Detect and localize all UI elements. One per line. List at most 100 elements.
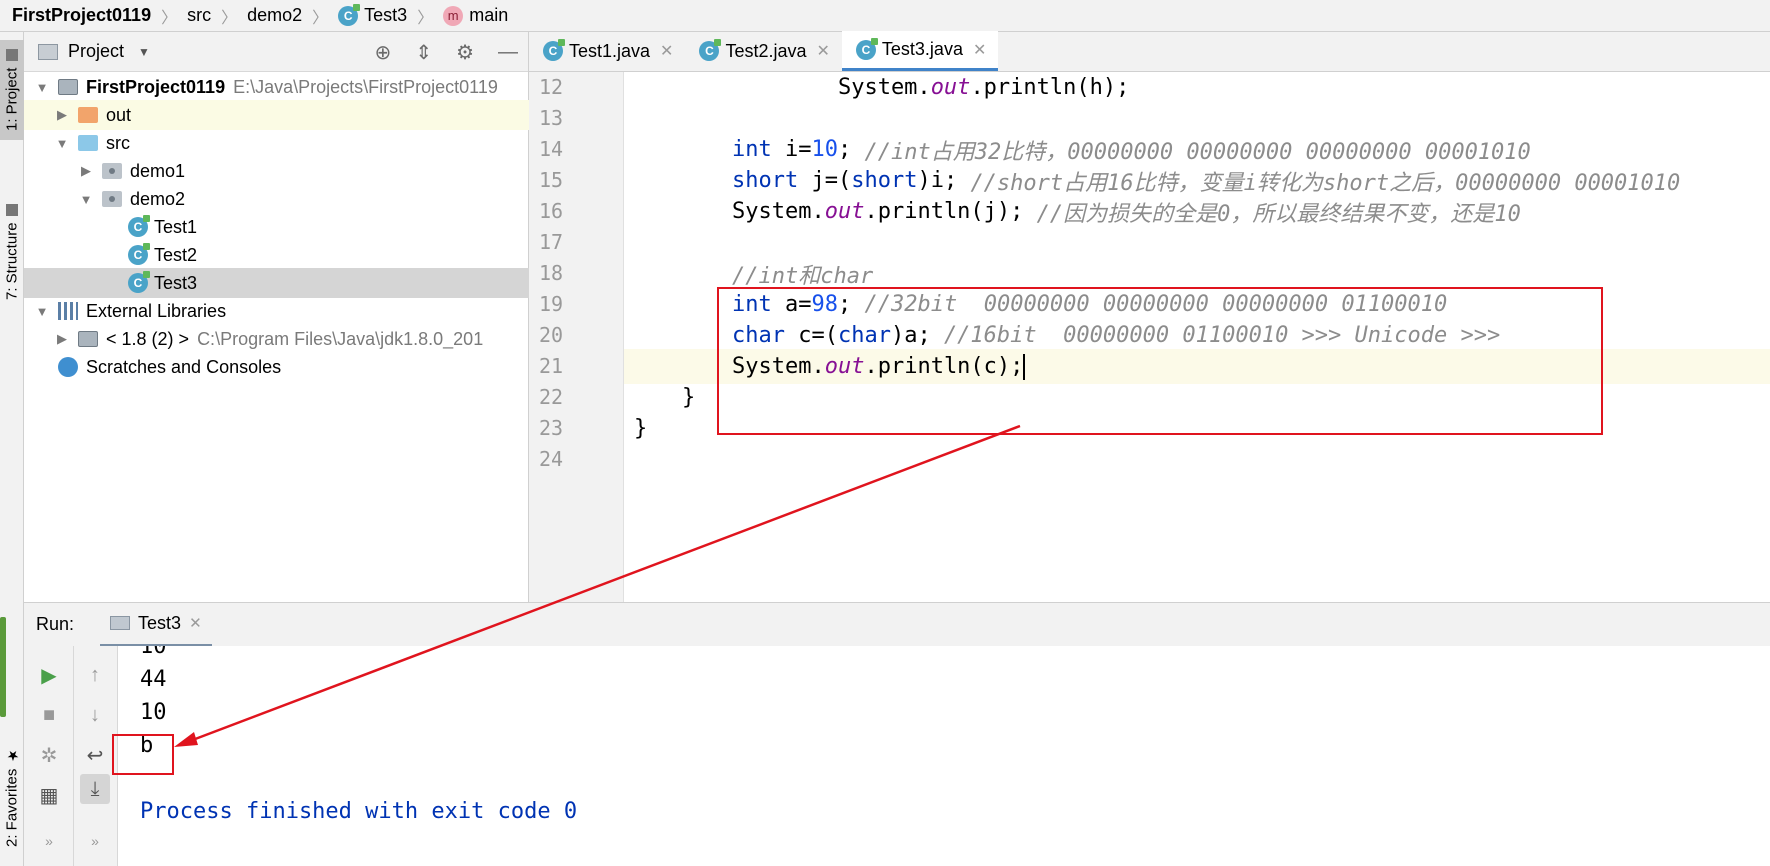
line-number: 22 [539,385,564,409]
line-number: 19 [539,292,564,316]
line-number-gutter: 12 13 14 15 16 17 18 19 20 21 22 23 24 [529,72,624,602]
tree-item-test3[interactable]: C Test3 [24,268,529,298]
chevron-right-icon[interactable]: ▶ [76,163,96,179]
tree-item-label: out [106,104,132,125]
tree-item-label: Test1 [154,216,198,237]
star-icon: ★ [4,746,20,763]
debug-icon[interactable]: ✲ [34,740,64,770]
class-icon: C [699,39,722,61]
editor-tab-test2[interactable]: C Test2.java ✕ [685,31,841,71]
tool-tab-favorites-label: 2: Favorites [3,768,21,848]
tool-tab-project-label: 1: Project [3,67,21,131]
editor-tabs: C Test1.java ✕ C Test2.java ✕ C Test3.ja… [529,31,1770,72]
line-number: 12 [539,75,564,99]
breadcrumb-method-label: main [469,5,509,25]
close-icon[interactable]: ✕ [973,40,986,60]
soft-wrap-icon[interactable]: ↩ [80,740,110,770]
code-comment: //int占用32比特，00000000 00000000 00000000 0… [864,139,1531,165]
tree-item-jdk[interactable]: ▶ < 1.8 (2) > C:\Program Files\Java\jdk1… [24,324,529,354]
left-tool-strip: 1: Project 7: Structure 2: Favorites ★ [0,32,24,866]
tree-item-test1[interactable]: C Test1 [24,212,529,242]
chevron-down-icon[interactable]: ▼ [52,136,72,151]
console-line: 44 [140,667,167,692]
code-token-number: 10 [811,137,839,162]
jdk-icon [78,331,98,347]
project-view-selector[interactable]: Project [68,41,124,62]
gear-icon[interactable]: ⚙ [456,40,474,65]
collapse-all-icon[interactable]: ⇕ [415,40,432,65]
tool-tab-favorites[interactable]: 2: Favorites ★ [0,732,24,862]
folder-icon [6,49,18,62]
minimize-icon[interactable]: — [498,41,518,64]
breadcrumb-package[interactable]: demo2 [247,5,302,26]
locate-icon[interactable]: ⊕ [375,40,392,65]
chevron-down-icon[interactable]: ▼ [138,45,150,59]
tool-tab-project[interactable]: 1: Project [0,40,24,140]
project-panel: Project ▼ ⊕ ⇕ ⚙ — ▼ FirstProject0119 E:\… [24,32,529,602]
line-number: 21 [539,354,564,378]
structure-icon [6,204,18,217]
close-icon[interactable]: ✕ [817,41,830,61]
code-token: i= [771,137,812,162]
tree-item-label: Scratches and Consoles [86,356,282,377]
line-number: 18 [539,261,564,285]
breadcrumb: FirstProject0119 〉 src 〉 demo2 〉 C Test3… [0,0,1770,32]
line-number: 20 [539,323,564,347]
class-icon: C [128,243,150,265]
editor-tab-label: Test2.java [725,40,807,61]
chevron-down-icon[interactable]: ▼ [32,80,52,95]
tree-item-label: < 1.8 (2) > [106,328,190,349]
more-icon[interactable]: » [34,826,64,856]
run-tab-test3[interactable]: Test3 ✕ [100,603,212,647]
line-number: 13 [539,106,564,130]
tree-item-external-libraries[interactable]: ▼ External Libraries [24,296,529,326]
code-token: ; [838,137,865,162]
code-token-static: out [930,75,971,100]
code-comment: //int和char [732,263,874,289]
code-line-18: //int和char [624,256,1770,291]
chevron-down-icon[interactable]: ▼ [32,304,52,319]
code-line-12: System. out .println(h); [624,70,1770,105]
code-comment: //short占用16比特，变量i转化为short之后，00000000 000… [970,170,1681,196]
package-icon [102,163,122,179]
editor-tab-test3[interactable]: C Test3.java ✕ [841,31,999,71]
breadcrumb-project[interactable]: FirstProject0119 [12,5,151,26]
tree-item-demo1[interactable]: ▶ demo1 [24,156,529,186]
chevron-right-icon: 〉 [161,9,178,27]
method-icon: m [443,5,464,26]
code-token: .println(h); [970,75,1130,100]
arrow-down-icon[interactable]: ↓ [80,700,110,730]
editor-tab-test1[interactable]: C Test1.java ✕ [529,31,685,71]
chevron-right-icon: 〉 [417,9,434,27]
breadcrumb-src[interactable]: src [187,5,211,26]
scroll-to-end-icon[interactable]: ⤓ [80,774,110,804]
chevron-right-icon[interactable]: ▶ [52,331,72,347]
breadcrumb-method[interactable]: m main [443,5,508,26]
chevron-right-icon[interactable]: ▶ [52,107,72,123]
tree-item-project-root[interactable]: ▼ FirstProject0119 E:\Java\Projects\Firs… [24,72,529,102]
run-toolbar-primary: ▶ ■ ✲ ▦ » [24,646,74,866]
chevron-down-icon[interactable]: ▼ [76,192,96,207]
stop-icon[interactable]: ■ [34,700,64,730]
arrow-up-icon[interactable]: ↑ [80,660,110,690]
close-icon[interactable]: ✕ [189,614,202,632]
class-icon: C [543,39,565,61]
more-icon[interactable]: » [80,826,110,856]
run-panel-label: Run: [36,614,75,634]
tree-item-demo2[interactable]: ▼ demo2 [24,184,529,214]
tree-item-scratches[interactable]: Scratches and Consoles [24,352,529,382]
folder-icon [78,107,98,123]
tree-item-src[interactable]: ▼ src [24,128,529,158]
tree-item-out[interactable]: ▶ out [24,100,529,130]
tool-tab-structure[interactable]: 7: Structure [0,182,24,322]
tool-tab-structure-label: 7: Structure [3,222,21,300]
code-token-keyword: short [851,168,918,193]
console-output[interactable]: 10 44 10 b Process finished with exit co… [118,646,1770,866]
tree-item-label: demo1 [130,160,186,181]
tree-item-test2[interactable]: C Test2 [24,240,529,270]
editor-tab-label: Test1.java [569,40,651,61]
rerun-icon[interactable]: ▶ [34,660,64,690]
close-icon[interactable]: ✕ [660,41,673,61]
layout-icon[interactable]: ▦ [34,780,64,810]
breadcrumb-class[interactable]: C Test3 [338,3,407,26]
